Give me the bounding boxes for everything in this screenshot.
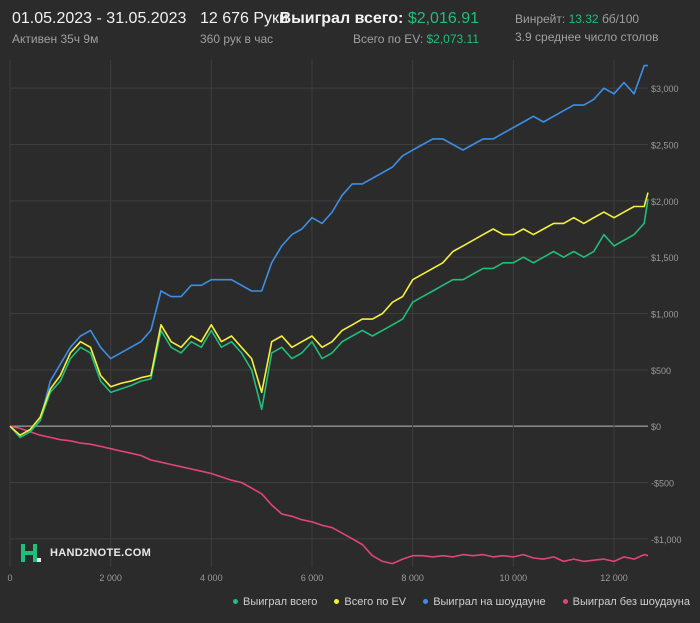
legend-label-non-showdown: Выиграл без шоудауна — [572, 596, 690, 608]
x-tick-label: 10 000 — [500, 573, 528, 583]
won-block: Выиграл всего: $2,016.91 Всего по EV: $2… — [280, 10, 479, 46]
date-range: 01.05.2023 - 31.05.2023 — [12, 10, 187, 27]
won-total-label: Выиграл всего: — [279, 10, 404, 27]
x-tick-label: 6 000 — [301, 573, 324, 583]
hand2note-logo: HAND2NOTE.COM — [20, 543, 151, 563]
hands-block: 12 676 Руки 360 рук в час — [200, 10, 288, 46]
y-tick-label: -$1,000 — [651, 535, 682, 545]
x-tick-label: 4 000 — [200, 573, 223, 583]
legend-item-showdown[interactable]: Выиграл на шоудауне — [423, 596, 546, 608]
hands-count: 12 676 Руки — [200, 10, 288, 27]
won-total-value: $2,016.91 — [407, 10, 479, 27]
legend-label-ev: Всего по EV — [344, 596, 407, 608]
series-line-won — [9, 198, 649, 439]
chart-legend: Выиграл всего Всего по EV Выиграл на шоу… — [0, 596, 690, 614]
active-time: Активен 35ч 9м — [12, 32, 99, 46]
ev-total-label: Всего по EV: — [352, 32, 424, 46]
winrate-label: Винрейт: — [515, 12, 566, 26]
ev-total-value: $2,073.11 — [426, 32, 480, 46]
winrate-unit: бб/100 — [601, 12, 640, 26]
date-block: 01.05.2023 - 31.05.2023 Активен 35ч 9м — [12, 10, 186, 46]
hands-per-hour: 360 рук в час — [200, 32, 274, 46]
stats-header: 01.05.2023 - 31.05.2023 Активен 35ч 9м 1… — [0, 0, 700, 56]
hand2note-logo-icon — [21, 544, 41, 562]
legend-label-won: Выиграл всего — [243, 596, 318, 608]
y-tick-label: $0 — [651, 422, 661, 432]
x-tick-label: 8 000 — [401, 573, 424, 583]
profit-chart: -$1,000 -$500 $0 $500 $1,000 $1,500 $2,000 $2,5… — [7, 60, 682, 583]
y-tick-label: $1,000 — [651, 310, 679, 320]
winrate-value: 13.32 — [568, 12, 599, 26]
y-tick-label: $500 — [651, 366, 671, 376]
hand2note-logo-text: HAND2NOTE.COM — [50, 547, 152, 559]
legend-marker — [233, 598, 239, 604]
y-tick-label: $2,000 — [651, 197, 679, 207]
legend-item-ev[interactable]: Всего по EV — [334, 596, 406, 608]
x-tick-label: 2 000 — [99, 573, 122, 583]
x-tick-label: 12 000 — [600, 573, 628, 583]
y-tick-label: $1,500 — [651, 253, 679, 263]
legend-marker — [562, 598, 568, 604]
y-tick-label: -$500 — [651, 479, 674, 489]
legend-label-showdown: Выиграл на шоудауне — [433, 596, 546, 608]
y-tick-label: $3,000 — [651, 84, 679, 94]
x-tick-label: 0 — [7, 573, 12, 583]
series-line-non-showdown — [9, 425, 649, 565]
legend-marker — [334, 598, 340, 604]
legend-marker — [423, 598, 429, 604]
legend-item-non-showdown[interactable]: Выиграл без шоудауна — [562, 596, 690, 608]
y-tick-label: $2,500 — [651, 141, 679, 151]
avg-tables: 3.9 среднее число столов — [515, 30, 659, 44]
winrate-block: Винрейт: 13.32 бб/100 3.9 среднее число … — [515, 10, 658, 44]
legend-item-won[interactable]: Выиграл всего — [233, 596, 317, 608]
